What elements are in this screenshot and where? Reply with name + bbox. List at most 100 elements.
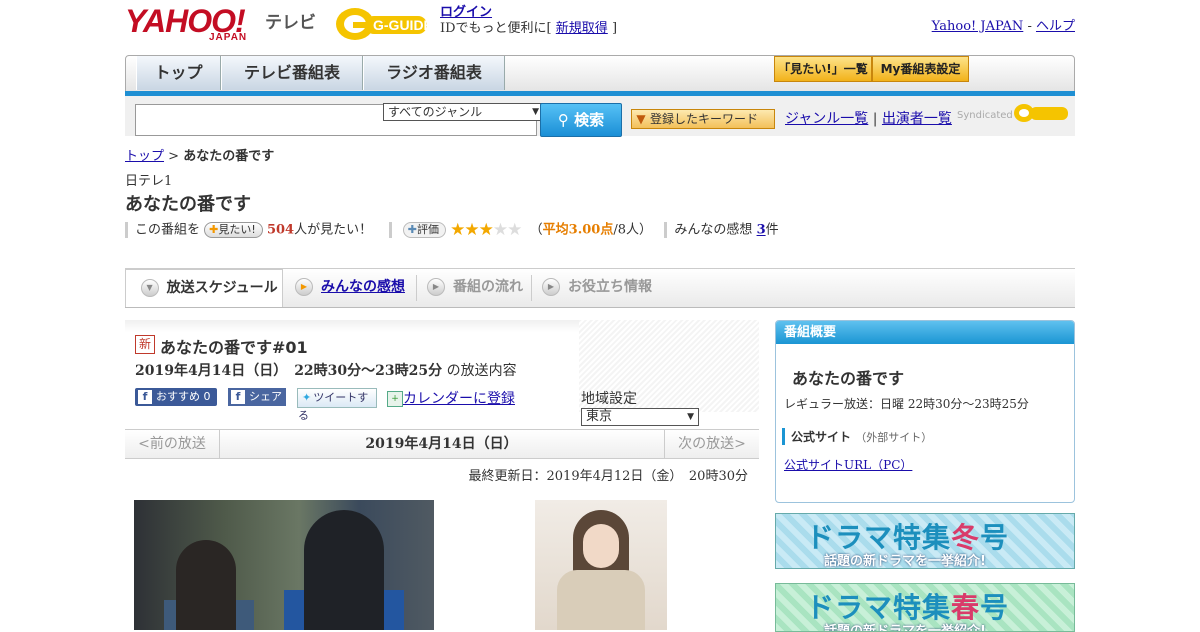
tv-logo-label[interactable]: テレビ	[265, 8, 316, 33]
episode-panel: 新 あなたの番です#01 2019年4月14日（日） 22時30分～23時25分…	[125, 320, 759, 426]
drama-spring-banner[interactable]: ドラマ特集春号 話題の新ドラマを一挙紹介!	[775, 583, 1075, 632]
program-overview-box: 番組概要 あなたの番です レギュラー放送：日曜 22時30分～23時25分 公式…	[775, 320, 1075, 503]
header-links: Yahoo! JAPAN - ヘルプ	[932, 15, 1075, 34]
dropdown-arrow-icon: ▼	[532, 107, 539, 117]
mitai-button-label: 見たい!	[218, 223, 256, 236]
help-link[interactable]: ヘルプ	[1036, 19, 1075, 34]
registered-keyword-button[interactable]: ▼ 登録したキーワード	[631, 109, 775, 129]
episode-photo-2	[535, 500, 667, 630]
nav-tab-radio-schedule[interactable]: ラジオ番組表	[363, 56, 505, 90]
breadcrumb-current: あなたの番です	[183, 149, 275, 164]
region-label: 地域設定	[581, 391, 637, 407]
nav-tab-top[interactable]: トップ	[136, 56, 221, 90]
gguide-logo[interactable]: G-GUIDE	[335, 6, 433, 42]
episode-datetime-line: 2019年4月14日（日） 22時30分～23時25分 の放送内容	[135, 360, 517, 380]
official-site-label: 公式サイト	[791, 430, 852, 444]
official-site-url-link[interactable]: 公式サイトURL（PC）	[784, 456, 912, 473]
genre-list-link[interactable]: ジャンル一覧	[785, 111, 868, 127]
calendar-register: + カレンダーに登録	[387, 388, 515, 408]
region-setting: 地域設定 東京 ▼	[581, 388, 759, 426]
regular-broadcast: レギュラー放送：日曜 22時30分～23時25分	[784, 397, 1029, 411]
photo-figure-shape	[557, 570, 645, 630]
impressions-count-link[interactable]: 3	[757, 223, 766, 238]
rating-button[interactable]: ✚評価	[402, 222, 446, 238]
gguide-logo-text: G-GUIDE	[373, 17, 431, 33]
rating-average: 平均3.00点	[542, 222, 614, 238]
drama-winter-banner[interactable]: ドラマ特集冬号 話題の新ドラマを一挙紹介!	[775, 513, 1075, 569]
broadcast-date-nav: <前の放送 2019年4月14日（日） 次の放送>	[125, 429, 759, 459]
current-broadcast-date: 2019年4月14日（日）	[365, 436, 518, 452]
program-tabs: ▼ 放送スケジュール ▶ みんなの感想 ▶ 番組の流れ ▶ お役立ち情報	[125, 268, 1075, 308]
mitai-button[interactable]: ✚見たい!	[204, 222, 263, 238]
facebook-icon: f	[231, 390, 245, 404]
tab-impressions-label: みんなの感想	[321, 279, 405, 295]
breadcrumb-top-link[interactable]: トップ	[125, 149, 164, 164]
banner-subtitle: 話題の新ドラマを一挙紹介!	[824, 624, 986, 632]
nav-tab-tv-schedule[interactable]: テレビ番組表	[221, 56, 363, 90]
episode-title: あなたの番です#01	[160, 338, 308, 357]
next-broadcast-button[interactable]: 次の放送>	[664, 430, 759, 458]
cast-list-link[interactable]: 出演者一覧	[882, 111, 952, 127]
meta-divider	[664, 222, 668, 238]
mitai-list-button[interactable]: 「見たい!」一覧	[774, 56, 872, 82]
gguide-logo-graphic: G-GUIDE	[336, 8, 433, 40]
previous-broadcast-button[interactable]: <前の放送	[125, 430, 220, 458]
episode-datetime: 2019年4月14日（日） 22時30分～23時25分	[135, 363, 443, 379]
yahoo-japan-link[interactable]: Yahoo! JAPAN	[932, 19, 1024, 34]
yahoo-japan-logo[interactable]: YAHOO! JAPAN	[125, 5, 248, 45]
login-suffix: ]	[611, 21, 618, 36]
main-nav: トップ テレビ番組表 ラジオ番組表 「見たい!」一覧 My番組表設定	[125, 55, 1075, 93]
tab-program-flow-label: 番組の流れ	[453, 279, 523, 295]
program-overview-header: 番組概要	[776, 321, 1074, 344]
dropdown-arrow-icon: ▼	[687, 412, 694, 422]
facebook-recommend-button[interactable]: f おすすめ 0	[135, 388, 217, 406]
rating-button-label: 評価	[416, 223, 439, 236]
tab-useful-info-label: お役立ち情報	[568, 279, 652, 295]
genre-select[interactable]: すべてのジャンル ▼	[383, 103, 543, 121]
login-link[interactable]: ログイン	[440, 5, 492, 20]
chevron-right-icon: ▶	[295, 278, 313, 296]
photo-figure-shape	[583, 524, 619, 568]
tab-program-flow: ▶ 番組の流れ	[427, 269, 537, 305]
last-updated: 最終更新日：2019年4月12日（金） 20時30分	[468, 469, 748, 484]
star-filled-icon: ★	[478, 220, 494, 240]
region-select-value: 東京	[586, 409, 613, 424]
tab-impressions[interactable]: ▶ みんなの感想	[295, 269, 415, 305]
star-empty-icon: ★	[492, 220, 508, 240]
calendar-add-icon: +	[387, 391, 403, 407]
search-button-label: 検索	[574, 111, 605, 129]
official-site-heading: 公式サイト （外部サイト）	[782, 428, 932, 445]
star-filled-icon: ★	[464, 220, 479, 240]
genre-select-value: すべてのジャンル	[388, 105, 483, 119]
facebook-recommend-label: おすすめ	[156, 390, 200, 403]
my-schedule-settings-button[interactable]: My番組表設定	[872, 56, 969, 82]
syndicated-gguide-logo	[1013, 102, 1069, 124]
impressions-unit: 件	[765, 222, 779, 238]
rating-stars: ★★★★★	[450, 220, 522, 240]
rating-paren-close: ）	[638, 222, 652, 238]
rating-paren-open: （	[529, 222, 543, 238]
station-name: 日テレ1	[125, 174, 173, 189]
episode-datetime-suffix: の放送内容	[446, 363, 517, 379]
meta-divider	[388, 222, 392, 238]
banner-subtitle: 話題の新ドラマを一挙紹介!	[824, 554, 986, 569]
region-select[interactable]: 東京 ▼	[581, 408, 699, 426]
calendar-register-link[interactable]: カレンダーに登録	[403, 391, 515, 407]
photo-figure-shape	[176, 540, 236, 630]
signup-link[interactable]: 新規取得	[556, 21, 608, 36]
tab-schedule[interactable]: ▼ 放送スケジュール	[125, 269, 283, 307]
page-title: あなたの番です	[125, 194, 251, 215]
login-box: ログイン IDでもっと便利に[ 新規取得 ]	[440, 5, 617, 37]
search-button[interactable]: ⚲ 検索	[540, 103, 622, 137]
header-link-separator: -	[1027, 19, 1032, 34]
plus-icon: ✚	[209, 223, 219, 236]
japan-logo-text: JAPAN	[209, 32, 248, 43]
facebook-share-button[interactable]: f シェア	[228, 388, 286, 406]
chevron-right-icon: ▶	[427, 278, 445, 296]
chevron-down-icon: ▼	[140, 279, 159, 297]
tab-divider	[416, 275, 417, 301]
facebook-recommend-count: 0	[203, 390, 211, 403]
tab-schedule-label: 放送スケジュール	[166, 280, 278, 296]
tweet-button[interactable]: ✦ ツイートする	[297, 388, 377, 422]
mitai-count: 504	[266, 222, 295, 238]
